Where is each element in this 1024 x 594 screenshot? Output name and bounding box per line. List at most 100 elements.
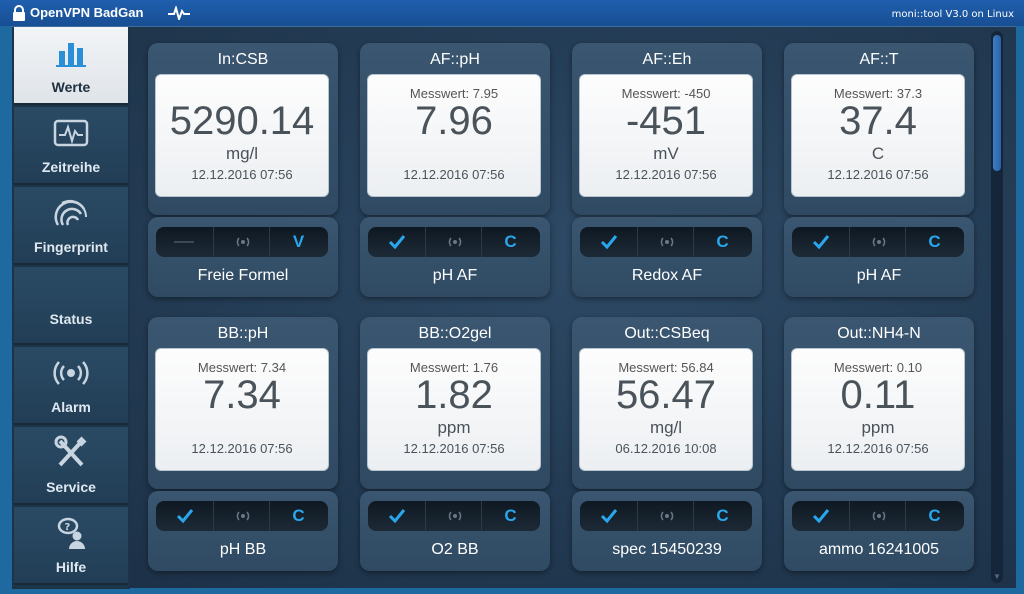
- control-bar: C: [368, 501, 540, 531]
- card-title: BB::pH: [217, 325, 269, 342]
- status-toggle[interactable]: [792, 501, 849, 531]
- sidebar-item-hilfe[interactable]: ? Hilfe: [14, 507, 128, 585]
- check-icon: [600, 509, 618, 524]
- window-title: OpenVPN BadGan: [30, 5, 144, 20]
- sidebar-item-alarm[interactable]: Alarm: [14, 347, 128, 425]
- alarm-icon: [236, 511, 250, 521]
- card-title: BB::O2gel: [418, 325, 492, 342]
- current-value: 37.4: [839, 99, 917, 143]
- card-title: Out::CSBeq: [624, 325, 710, 342]
- measurement-card[interactable]: Out::CSBeq Messwert: 56.84 56.47 mg/l 06…: [572, 317, 762, 489]
- mode-toggle[interactable]: C: [906, 227, 963, 257]
- sensor-name: spec 15450239: [612, 541, 722, 558]
- value-panel: Messwert: 7.34 7.34 12.12.2016 07:56: [155, 348, 329, 471]
- status-toggle[interactable]: [580, 227, 637, 257]
- vertical-scrollbar[interactable]: ▼: [991, 31, 1003, 583]
- mode-label: V: [292, 232, 305, 251]
- control-card: C ammo 16241005: [784, 491, 974, 571]
- control-card: V Freie Formel: [148, 217, 338, 297]
- mode-toggle[interactable]: C: [482, 227, 539, 257]
- card-title: Out::NH4-N: [837, 325, 921, 342]
- status-toggle[interactable]: [580, 501, 637, 531]
- sensor-name: Redox AF: [631, 267, 703, 284]
- control-bar: C: [580, 501, 752, 531]
- mode-toggle[interactable]: C: [694, 227, 751, 257]
- value-panel: 5290.14 mg/l 12.12.2016 07:56: [155, 74, 329, 197]
- alarm-toggle[interactable]: [849, 501, 906, 531]
- alarm-toggle[interactable]: [425, 227, 482, 257]
- status-toggle[interactable]: [156, 501, 213, 531]
- alarm-toggle[interactable]: [213, 501, 270, 531]
- measurement-card[interactable]: AF::pH Messwert: 7.95 7.96 12.12.2016 07…: [360, 43, 550, 215]
- card-title: AF::T: [859, 51, 899, 68]
- window-titlebar: OpenVPN BadGan moni::tool V3.0 on Linux: [0, 0, 1024, 26]
- control-card: C Redox AF: [572, 217, 762, 297]
- status-toggle[interactable]: [368, 227, 425, 257]
- alarm-toggle[interactable]: [849, 227, 906, 257]
- alarm-toggle[interactable]: [213, 227, 270, 257]
- alarm-icon: [660, 237, 674, 247]
- sensor-name: Freie Formel: [197, 267, 289, 284]
- mode-label: C: [928, 232, 941, 251]
- measurement-card[interactable]: AF::T Messwert: 37.3 37.4 C 12.12.2016 0…: [784, 43, 974, 215]
- sidebar-item-status[interactable]: Status: [14, 267, 128, 345]
- sidebar: Werte Zeitreihe Fingerprint Status Alarm…: [12, 27, 130, 589]
- scrollbar-thumb[interactable]: [993, 35, 1001, 171]
- unit-label: ppm: [861, 418, 895, 437]
- unit-label: mg/l: [225, 144, 259, 163]
- value-panel: Messwert: 1.76 1.82 ppm 12.12.2016 07:56: [367, 348, 541, 471]
- sidebar-item-fingerprint[interactable]: Fingerprint: [14, 187, 128, 265]
- current-value: 7.96: [415, 99, 493, 143]
- bar-chart-icon: [56, 43, 86, 67]
- alarm-toggle[interactable]: [637, 227, 694, 257]
- value-panel: Messwert: -450 -451 mV 12.12.2016 07:56: [579, 74, 753, 197]
- sensor-name: pH AF: [856, 267, 902, 284]
- mode-label: C: [504, 506, 517, 525]
- sidebar-item-service[interactable]: Service: [14, 427, 128, 505]
- timestamp: 12.12.2016 07:56: [827, 167, 929, 182]
- alarm-toggle[interactable]: [637, 501, 694, 531]
- mode-toggle[interactable]: C: [270, 501, 327, 531]
- mode-toggle[interactable]: V: [270, 227, 327, 257]
- check-icon: [388, 235, 406, 250]
- status-toggle[interactable]: [368, 501, 425, 531]
- measurement-card[interactable]: In:CSB 5290.14 mg/l 12.12.2016 07:56: [148, 43, 338, 215]
- mode-toggle[interactable]: C: [482, 501, 539, 531]
- sidebar-item-label: Werte: [51, 79, 91, 95]
- help-person-icon: ?: [57, 517, 85, 549]
- measurement-card[interactable]: Out::NH4-N Messwert: 0.10 0.11 ppm 12.12…: [784, 317, 974, 489]
- control-card: C pH AF: [360, 217, 550, 297]
- sidebar-item-label: Fingerprint: [34, 239, 108, 255]
- sidebar-item-werte[interactable]: Werte: [14, 27, 128, 105]
- mode-toggle[interactable]: C: [694, 501, 751, 531]
- measurement-card[interactable]: BB::O2gel Messwert: 1.76 1.82 ppm 12.12.…: [360, 317, 550, 489]
- card-title: In:CSB: [217, 51, 269, 68]
- waveform-monitor-icon: [53, 119, 89, 147]
- check-icon: [600, 235, 618, 250]
- sidebar-item-label: Zeitreihe: [41, 159, 101, 175]
- sensor-name: pH AF: [432, 267, 478, 284]
- sidebar-item-label: Hilfe: [55, 559, 87, 575]
- mode-label: C: [292, 506, 305, 525]
- check-icon: [812, 509, 830, 524]
- alarm-icon: [236, 237, 250, 247]
- alarm-icon: [448, 237, 462, 247]
- measurement-card[interactable]: AF::Eh Messwert: -450 -451 mV 12.12.2016…: [572, 43, 762, 215]
- timestamp: 12.12.2016 07:56: [615, 167, 717, 182]
- mode-toggle[interactable]: C: [906, 501, 963, 531]
- status-toggle[interactable]: [792, 227, 849, 257]
- mode-label: C: [716, 232, 729, 251]
- sidebar-item-label: Alarm: [51, 399, 91, 415]
- timestamp: 12.12.2016 07:56: [191, 167, 293, 182]
- alarm-icon: [448, 511, 462, 521]
- app-version-label: moni::tool V3.0 on Linux: [891, 9, 1014, 20]
- sidebar-item-zeitreihe[interactable]: Zeitreihe: [14, 107, 128, 185]
- status-toggle[interactable]: [156, 227, 213, 257]
- scroll-down-arrow-icon[interactable]: ▼: [993, 573, 1001, 581]
- alarm-toggle[interactable]: [425, 501, 482, 531]
- card-title: AF::Eh: [642, 51, 692, 68]
- unit-label: mV: [653, 144, 679, 163]
- measurement-card[interactable]: BB::pH Messwert: 7.34 7.34 12.12.2016 07…: [148, 317, 338, 489]
- svg-text:?: ?: [65, 522, 71, 533]
- card-title: AF::pH: [430, 51, 480, 68]
